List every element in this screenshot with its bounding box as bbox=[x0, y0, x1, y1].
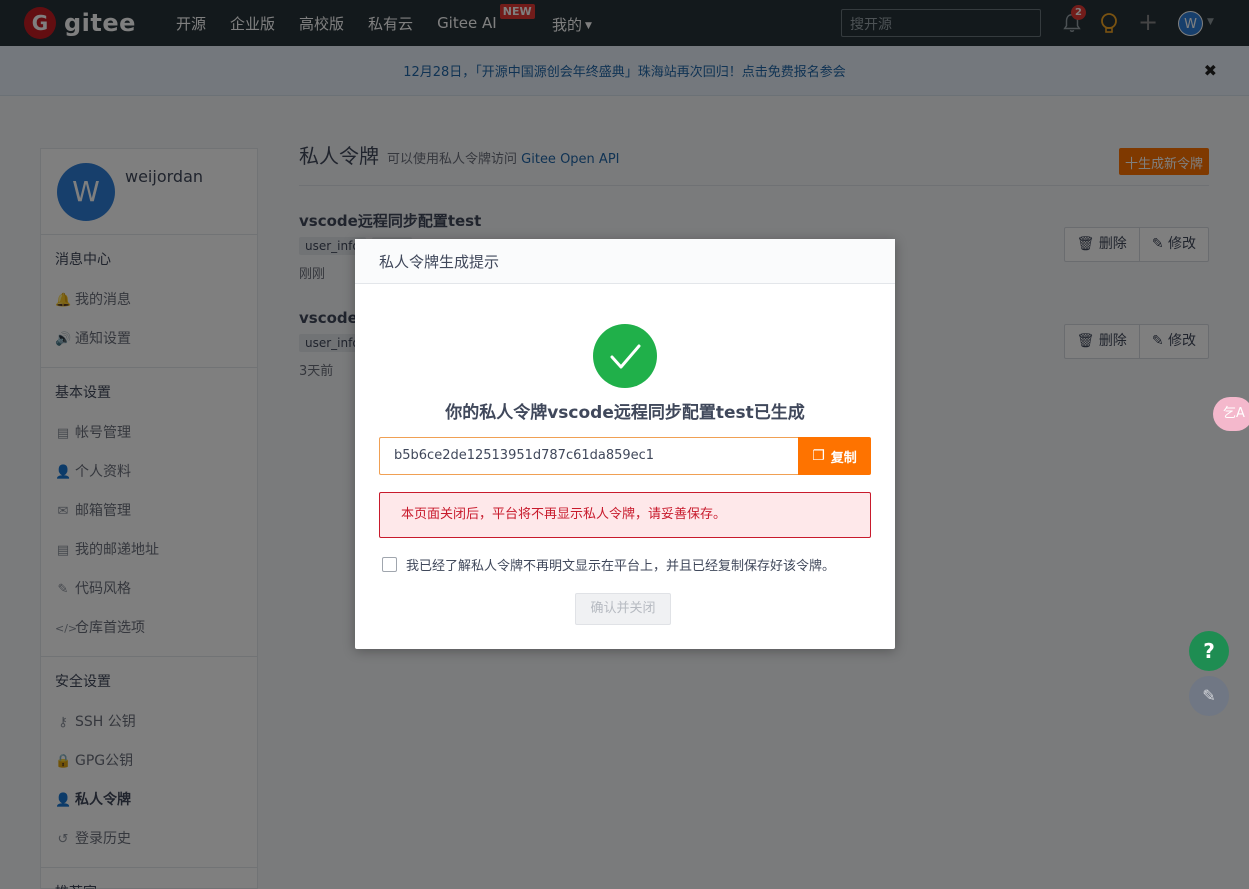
copy-icon: ❐ bbox=[812, 448, 825, 464]
token-copy-row: b5b6ce2de12513951d787c61da859ec1 ❐ 复制 bbox=[379, 437, 871, 475]
token-value-field[interactable]: b5b6ce2de12513951d787c61da859ec1 bbox=[379, 437, 798, 475]
confirm-checkbox-row[interactable]: 我已经了解私人令牌不再明文显示在平台上，并且已经复制保存好该令牌。 bbox=[382, 555, 835, 574]
success-check-icon bbox=[593, 324, 657, 388]
modal-title: 私人令牌生成提示 bbox=[355, 239, 895, 284]
confirm-checkbox-label[interactable]: 我已经了解私人令牌不再明文显示在平台上，并且已经复制保存好该令牌。 bbox=[406, 555, 835, 574]
copy-button[interactable]: ❐ 复制 bbox=[798, 437, 871, 475]
confirm-checkbox[interactable] bbox=[382, 557, 397, 572]
warning-alert: 本页面关闭后，平台将不再显示私人令牌，请妥善保存。 bbox=[379, 492, 871, 538]
translate-button[interactable]: 乞A bbox=[1213, 397, 1249, 431]
confirm-close-button[interactable]: 确认并关闭 bbox=[575, 593, 671, 625]
modal-heading: 你的私人令牌vscode远程同步配置test已生成 bbox=[445, 403, 805, 423]
copy-button-label: 复制 bbox=[830, 450, 857, 466]
token-generated-modal: 私人令牌生成提示 你的私人令牌vscode远程同步配置test已生成 b5b6c… bbox=[355, 239, 895, 649]
help-button[interactable]: ? bbox=[1189, 631, 1229, 671]
feedback-edit-icon[interactable]: ✎ bbox=[1189, 676, 1229, 716]
